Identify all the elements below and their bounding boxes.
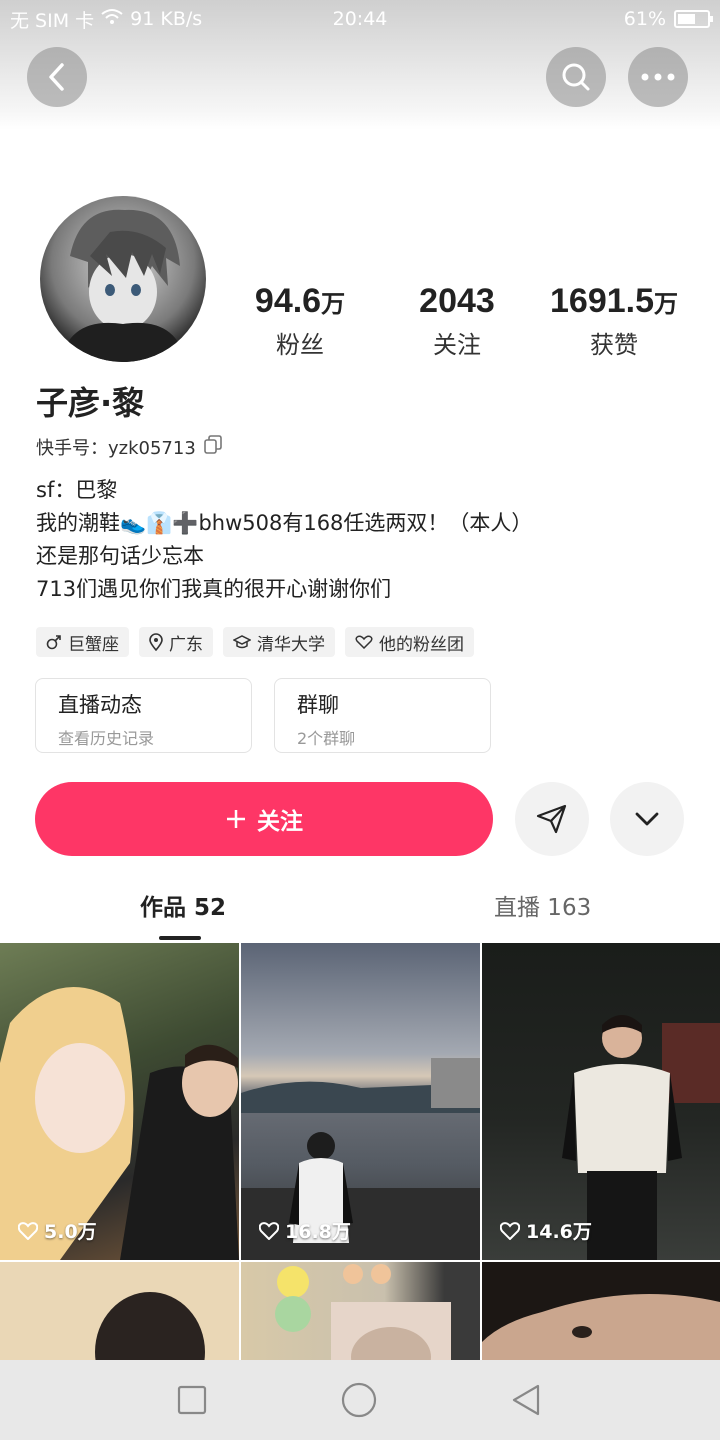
likes-count: 14.6万	[526, 1221, 592, 1243]
tag-fan-club[interactable]: 他的粉丝团	[345, 627, 474, 657]
following-label: 关注	[433, 331, 481, 359]
stat-following[interactable]: 2043 关注	[372, 282, 542, 360]
tab-works[interactable]: 作品 52	[140, 888, 226, 922]
post-thumbnail[interactable]	[241, 1262, 480, 1362]
more-button[interactable]	[628, 47, 688, 107]
tag-label: 广东	[169, 634, 203, 655]
heart-icon	[18, 1221, 38, 1240]
group-chat-card[interactable]: 群聊 2个群聊	[274, 678, 491, 753]
system-navigation-bar	[0, 1360, 720, 1440]
heart-icon	[259, 1221, 279, 1240]
status-bar: 无 SIM 卡 91 KB/s 20:44 61%	[0, 0, 720, 38]
copy-icon[interactable]	[203, 434, 222, 460]
post-thumbnail[interactable]: 14.6万	[482, 943, 720, 1260]
follow-label: 关注	[257, 809, 303, 835]
card-title: 群聊	[297, 693, 339, 717]
location-icon	[149, 633, 163, 651]
live-history-card[interactable]: 直播动态 查看历史记录	[35, 678, 252, 753]
post-thumbnail[interactable]	[482, 1262, 720, 1362]
back-button[interactable]	[27, 47, 87, 107]
active-tab-indicator	[159, 936, 201, 940]
fan-club-icon	[355, 635, 373, 649]
fans-count: 94.6	[254, 282, 322, 320]
likes-count: 5.0万	[44, 1221, 97, 1243]
fans-unit: 万	[321, 290, 346, 318]
post-thumbnail[interactable]	[0, 1262, 239, 1362]
male-icon	[46, 635, 61, 650]
graduation-cap-icon	[233, 635, 251, 649]
card-subtitle: 查看历史记录	[58, 729, 155, 748]
back-triangle-icon[interactable]	[510, 1383, 544, 1417]
expand-button[interactable]	[610, 782, 684, 856]
likes-badge: 14.6万	[500, 1217, 592, 1244]
more-dots-icon	[641, 73, 675, 81]
search-button[interactable]	[546, 47, 606, 107]
heart-icon	[500, 1221, 520, 1240]
likes-count: 16.8万	[285, 1221, 351, 1243]
post-thumbnail[interactable]: 5.0万	[0, 943, 239, 1260]
user-id-row: 快手号：yzk05713	[36, 434, 222, 460]
tag-school: 清华大学	[223, 627, 335, 657]
back-arrow-icon	[49, 63, 64, 91]
stat-fans[interactable]: 94.6万 粉丝	[215, 282, 385, 360]
follow-button[interactable]: 关注	[35, 782, 493, 856]
likes-badge: 5.0万	[18, 1217, 97, 1244]
battery-icon	[674, 10, 713, 28]
tag-label: 清华大学	[257, 634, 325, 655]
likes-badge: 16.8万	[259, 1217, 351, 1244]
tag-label: 他的粉丝团	[379, 634, 464, 655]
card-title: 直播动态	[58, 693, 142, 717]
chevron-down-icon	[635, 812, 659, 826]
fans-label: 粉丝	[276, 331, 324, 359]
tag-label: 巨蟹座	[68, 634, 119, 655]
profile-name: 子彦·黎	[36, 384, 145, 422]
stat-likes[interactable]: 1691.5万 获赞	[529, 282, 699, 360]
battery-level	[678, 14, 695, 24]
plus-icon	[227, 810, 245, 828]
bio-line: 我的潮鞋👟👔➕bhw508有168任选两双！（本人）	[36, 511, 533, 535]
tab-live[interactable]: 直播 163	[494, 888, 591, 922]
user-id: 快手号：yzk05713	[36, 438, 196, 459]
clock: 20:44	[332, 8, 388, 30]
bio-line: sf：巴黎	[36, 478, 118, 502]
tag-location: 广东	[139, 627, 213, 657]
likes-count: 1691.5	[550, 282, 654, 320]
message-button[interactable]	[515, 782, 589, 856]
tag-zodiac: 巨蟹座	[36, 627, 129, 657]
profile-tags: 巨蟹座 广东 清华大学 他的粉丝团	[36, 627, 474, 657]
following-count: 2043	[419, 282, 495, 320]
bio-line: 713们遇见你们我真的很开心谢谢你们	[36, 577, 392, 601]
avatar[interactable]	[40, 196, 206, 362]
search-icon	[562, 63, 590, 91]
bio: sf：巴黎 我的潮鞋👟👔➕bhw508有168任选两双！（本人） 还是那句话少忘…	[36, 474, 532, 606]
send-icon	[536, 804, 567, 834]
home-icon[interactable]	[340, 1381, 378, 1419]
recent-apps-icon[interactable]	[176, 1384, 208, 1416]
likes-unit: 万	[654, 290, 678, 318]
bio-line: 还是那句话少忘本	[36, 544, 204, 568]
likes-label: 获赞	[590, 331, 638, 359]
post-thumbnail[interactable]: 16.8万	[241, 943, 480, 1260]
card-subtitle: 2个群聊	[297, 729, 356, 748]
